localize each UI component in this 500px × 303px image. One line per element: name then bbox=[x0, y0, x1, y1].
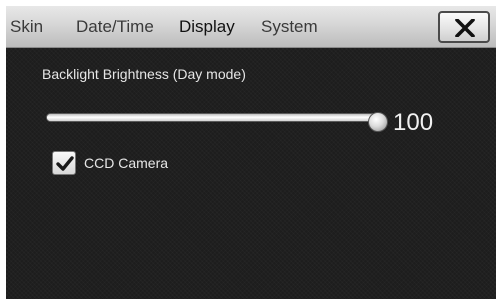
checkmark-icon bbox=[56, 156, 74, 171]
settings-screen: Skin Date/Time Display System Backlight … bbox=[6, 6, 496, 299]
tab-system[interactable]: System bbox=[261, 15, 318, 39]
brightness-value: 100 bbox=[393, 109, 434, 136]
brightness-slider-fill bbox=[47, 114, 377, 121]
tab-display[interactable]: Display bbox=[179, 15, 235, 39]
brightness-label: Backlight Brightness (Day mode) bbox=[42, 66, 246, 82]
close-button[interactable] bbox=[438, 11, 490, 43]
brightness-slider-track[interactable] bbox=[46, 113, 378, 122]
close-icon bbox=[455, 19, 475, 37]
ccd-camera-label: CCD Camera bbox=[84, 155, 169, 171]
tab-bar: Skin Date/Time Display System bbox=[6, 6, 496, 48]
tab-skin[interactable]: Skin bbox=[10, 15, 43, 39]
tab-date-time[interactable]: Date/Time bbox=[76, 15, 154, 39]
device-frame: Skin Date/Time Display System Backlight … bbox=[0, 0, 500, 303]
ccd-camera-checkbox[interactable] bbox=[52, 151, 76, 175]
brightness-slider-thumb[interactable] bbox=[368, 112, 388, 132]
